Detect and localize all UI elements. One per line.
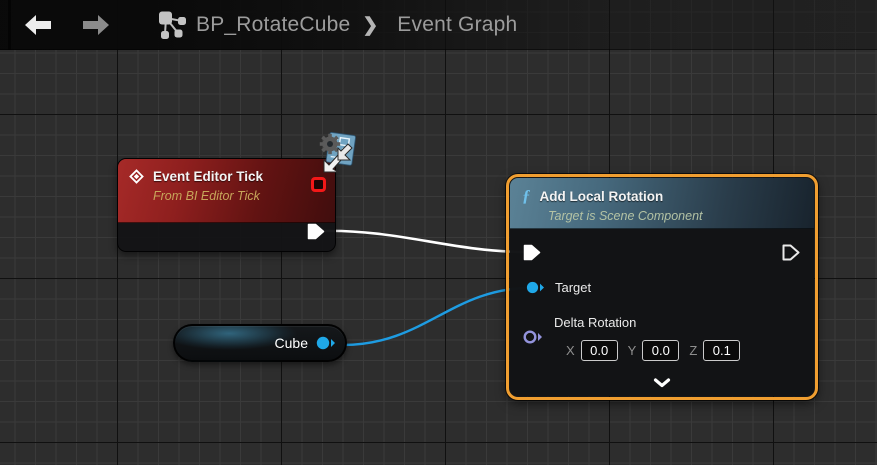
blueprint-graph-icon <box>159 11 186 39</box>
event-node-subtitle: From BI Editor Tick <box>153 189 260 203</box>
cube-variable-label: Cube <box>274 335 308 351</box>
cube-output-pin[interactable] <box>316 336 336 350</box>
back-arrow-icon <box>25 15 51 35</box>
event-diamond-icon <box>129 169 144 184</box>
exec-out-pin[interactable] <box>782 244 800 261</box>
function-node-title: Add Local Rotation <box>539 188 664 204</box>
z-axis-label: Z <box>689 343 698 358</box>
event-exec-out-pin[interactable] <box>307 223 325 245</box>
forward-button[interactable] <box>79 10 113 40</box>
add-local-rotation-node[interactable]: ƒ Add Local Rotation Target is Scene Com… <box>506 174 818 400</box>
blueprint-editor: Event Editor Tick From BI Editor Tick ƒ … <box>0 0 877 465</box>
expand-node-chevron-icon[interactable] <box>653 375 671 393</box>
y-value-input[interactable] <box>642 340 680 361</box>
function-node-header: ƒ Add Local Rotation Target is Scene Com… <box>510 178 814 229</box>
breadcrumb-toolbar: BP_RotateCube ❯ Event Graph <box>0 0 877 50</box>
editor-gear-badge-icon <box>319 131 357 173</box>
event-node-title: Event Editor Tick <box>153 169 264 184</box>
x-axis-label: X <box>566 343 575 358</box>
cube-variable-node[interactable]: Cube <box>173 324 347 362</box>
gear-icon <box>319 133 341 155</box>
y-axis-label: Y <box>627 343 637 358</box>
x-value-input[interactable] <box>580 340 618 361</box>
exec-in-pin[interactable] <box>523 244 541 261</box>
event-node-header: Event Editor Tick From BI Editor Tick <box>118 159 335 223</box>
toolbar-grip <box>8 0 11 50</box>
delta-rotation-label: Delta Rotation <box>554 315 637 330</box>
z-value-input[interactable] <box>703 340 741 361</box>
delegate-pin[interactable] <box>311 177 326 192</box>
event-editor-tick-node[interactable]: Event Editor Tick From BI Editor Tick <box>117 158 336 252</box>
delta-rotation-pin[interactable] <box>523 330 543 349</box>
back-button[interactable] <box>21 10 55 40</box>
breadcrumb-separator-icon: ❯ <box>362 14 379 36</box>
vector-inputs: X Y Z <box>562 340 741 361</box>
function-node-subtitle: Target is Scene Component <box>548 209 703 223</box>
target-pin[interactable] <box>526 281 545 294</box>
forward-arrow-icon <box>83 15 109 35</box>
function-f-icon: ƒ <box>522 186 531 205</box>
target-pin-label: Target <box>555 280 592 295</box>
breadcrumb-blueprint-name[interactable]: BP_RotateCube <box>196 13 350 37</box>
breadcrumb-page-name[interactable]: Event Graph <box>397 13 517 37</box>
